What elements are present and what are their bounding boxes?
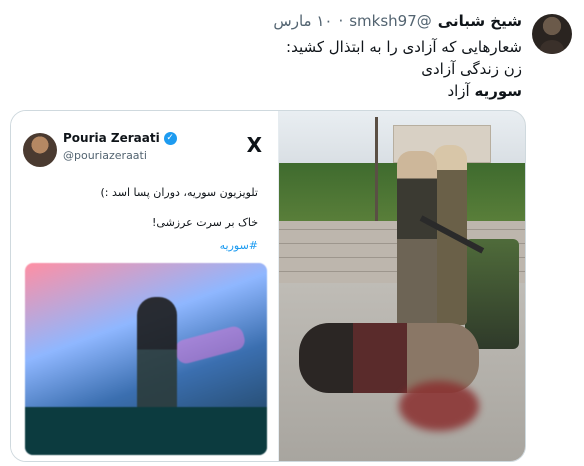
separator-dot: · bbox=[338, 12, 344, 30]
tweet-text-rest: آزاد bbox=[447, 82, 475, 100]
embedded-text-line: خاک بر سرت عرزشی! bbox=[152, 216, 258, 229]
embedded-text-line: تلویزیون سوریه، دوران پسا اسد :) bbox=[100, 186, 258, 199]
embedded-author-handle: @pouriazeraati bbox=[63, 149, 147, 162]
tweet-media[interactable]: Pouria Zeraati ✓ @pouriazeraati X تلویزی… bbox=[10, 110, 526, 462]
embedded-hashtag: #سوریه bbox=[219, 239, 258, 252]
tweet-text: شعارهایی که آزادی را به ابتذال کشید: زن … bbox=[62, 36, 522, 102]
photo-blurred-area bbox=[399, 381, 479, 431]
author-display-name[interactable]: شیخ شبانی bbox=[438, 12, 522, 30]
tweet-date[interactable]: ۱۰ مارس bbox=[273, 12, 332, 30]
photo-figure bbox=[397, 151, 437, 347]
author-avatar[interactable] bbox=[532, 14, 572, 54]
embedded-avatar bbox=[23, 133, 57, 167]
tweet-text-line: زن زندگی آزادی bbox=[421, 60, 522, 78]
author-handle[interactable]: @smksh97 bbox=[349, 12, 432, 30]
tweet-text-line: شعارهایی که آزادی را به ابتذال کشید: bbox=[286, 38, 522, 56]
x-logo-icon: X bbox=[246, 133, 262, 157]
blurred-floor bbox=[25, 407, 267, 455]
tweet-header: شیخ شبانی @smksh97 · ۱۰ مارس bbox=[273, 12, 522, 30]
blurred-shape bbox=[173, 324, 247, 366]
embedded-tweet-text: تلویزیون سوریه، دوران پسا اسد :) خاک بر … bbox=[101, 185, 258, 231]
outdoor-photo[interactable] bbox=[279, 111, 525, 461]
embedded-author-name: Pouria Zeraati bbox=[63, 131, 160, 145]
embedded-tweet-screenshot[interactable]: Pouria Zeraati ✓ @pouriazeraati X تلویزی… bbox=[11, 111, 279, 461]
photo-pole bbox=[375, 117, 378, 227]
verified-badge-icon: ✓ bbox=[163, 131, 177, 145]
photo-plants bbox=[465, 239, 519, 349]
tweet-bold-word: سوریه bbox=[474, 82, 522, 100]
blurred-photo bbox=[25, 263, 267, 455]
tweet-text-line: سوریه آزاد bbox=[62, 80, 522, 102]
embedded-author: Pouria Zeraati ✓ bbox=[63, 131, 177, 145]
